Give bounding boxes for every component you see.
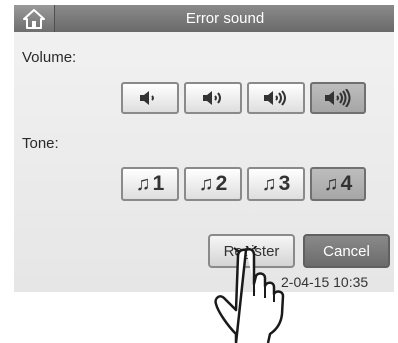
volume-level-4-button[interactable] bbox=[310, 82, 366, 114]
tone-number: 2 bbox=[215, 172, 228, 195]
title-bar: Error sound bbox=[14, 5, 394, 32]
music-note-icon: ♫ bbox=[198, 172, 214, 195]
volume-label: Volume: bbox=[22, 49, 77, 66]
tone-2-button[interactable]: ♫ 2 bbox=[184, 167, 242, 201]
speaker-level-2-icon bbox=[203, 91, 221, 105]
tone-1-button[interactable]: ♫ 1 bbox=[121, 167, 179, 201]
page-title: Error sound bbox=[185, 10, 265, 27]
volume-level-3-button[interactable] bbox=[247, 82, 305, 114]
tone-3-button[interactable]: ♫ 3 bbox=[247, 167, 305, 201]
volume-level-1-button[interactable] bbox=[121, 82, 179, 114]
tone-number: 4 bbox=[340, 172, 353, 195]
tone-number: 1 bbox=[152, 172, 165, 195]
volume-level-2-button[interactable] bbox=[184, 82, 242, 114]
pointing-hand-icon bbox=[214, 246, 285, 343]
tone-number: 3 bbox=[278, 172, 291, 195]
touch-screen: Error sound Volume: Tone: ♫ 1 ♫ 2 ♫ 3 ♫ … bbox=[14, 5, 394, 292]
tone-label: Tone: bbox=[22, 135, 59, 152]
speaker-level-1-icon bbox=[140, 91, 154, 105]
home-button[interactable] bbox=[14, 5, 55, 32]
tone-4-button[interactable]: ♫ 4 bbox=[310, 167, 366, 201]
cancel-button[interactable]: Cancel bbox=[303, 234, 390, 268]
music-note-icon: ♫ bbox=[323, 172, 339, 195]
music-note-icon: ♫ bbox=[135, 172, 151, 195]
status-datetime: 2-04-15 10:35 bbox=[281, 274, 369, 290]
music-note-icon: ♫ bbox=[261, 172, 277, 195]
speaker-level-4-icon bbox=[325, 89, 351, 107]
speaker-level-3-icon bbox=[264, 90, 286, 106]
home-icon bbox=[23, 8, 45, 29]
